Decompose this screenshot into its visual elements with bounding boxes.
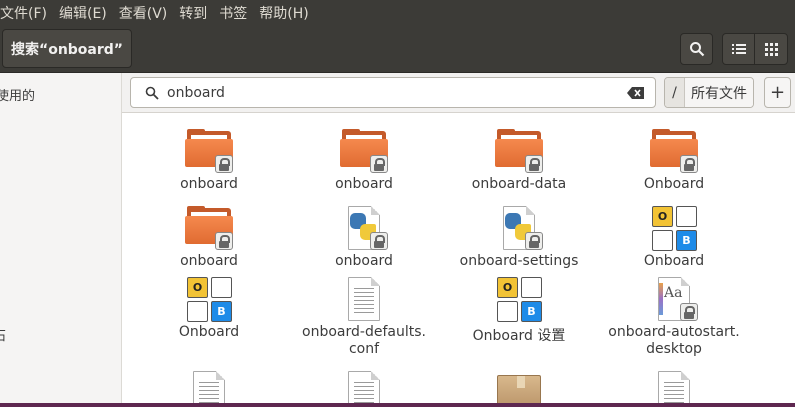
file-item[interactable]: onboard bbox=[289, 127, 439, 193]
file-item[interactable] bbox=[599, 369, 749, 407]
package-box-icon bbox=[495, 369, 543, 407]
file-label: Onboard bbox=[178, 324, 240, 340]
file-item[interactable]: onboard bbox=[134, 204, 284, 270]
menu-file[interactable]: 文件(F) bbox=[0, 3, 47, 23]
file-view: onboard / 所有文件 + onboard onboard onboard… bbox=[122, 73, 795, 407]
font-preview-glyph: Aa bbox=[664, 285, 683, 301]
file-item[interactable]: Aa onboard-autostart. desktop bbox=[599, 275, 749, 358]
file-label: onboard-autostart. desktop bbox=[608, 324, 740, 357]
location-root: / bbox=[665, 78, 685, 107]
file-label: onboard-settings bbox=[459, 253, 579, 269]
onboard-keyboard-icon: OB bbox=[650, 204, 698, 252]
file-item[interactable]: OB Onboard bbox=[599, 204, 749, 270]
search-entry-group: onboard / 所有文件 bbox=[130, 77, 778, 108]
file-label: onboard-defaults. conf bbox=[302, 324, 426, 357]
folder-locked-icon bbox=[650, 127, 698, 175]
key-o-glyph: O bbox=[187, 277, 208, 298]
file-label: onboard-data bbox=[471, 176, 567, 192]
menu-bar: 文件(F) 编辑(E) 查看(V) 转到 书签 帮助(H) bbox=[0, 0, 795, 25]
key-o-glyph: O bbox=[497, 277, 518, 298]
file-label: Onboard bbox=[643, 253, 705, 269]
file-item[interactable]: onboard bbox=[289, 204, 439, 270]
path-search-button[interactable]: 搜索“onboard” bbox=[2, 29, 132, 68]
search-icon bbox=[689, 42, 704, 57]
file-item[interactable] bbox=[444, 369, 594, 407]
file-label: onboard bbox=[335, 253, 393, 269]
file-label: Onboard 设置 bbox=[472, 328, 566, 344]
python-script-locked-icon bbox=[495, 204, 543, 252]
font-desktop-file-icon bbox=[650, 369, 698, 407]
folder-locked-icon bbox=[340, 127, 388, 175]
grid-view-icon bbox=[764, 42, 778, 56]
file-label: onboard bbox=[180, 176, 238, 192]
list-view-icon bbox=[731, 44, 746, 54]
file-item[interactable] bbox=[289, 369, 439, 407]
list-view-button[interactable] bbox=[722, 33, 755, 65]
text-file-icon bbox=[340, 369, 388, 407]
menu-help[interactable]: 帮助(H) bbox=[259, 3, 308, 23]
onboard-keyboard-icon: OB bbox=[495, 275, 543, 323]
text-file-icon bbox=[185, 369, 233, 407]
file-item[interactable]: OB Onboard bbox=[134, 275, 284, 341]
sidebar-item-partial[interactable]: 石 bbox=[0, 325, 6, 344]
text-file-icon bbox=[340, 275, 388, 323]
header-bar: 搜索“onboard” bbox=[0, 25, 795, 73]
sidebar: 使用的 石 bbox=[0, 73, 122, 407]
file-item[interactable] bbox=[134, 369, 284, 407]
key-o-glyph: O bbox=[652, 206, 673, 227]
key-b-glyph: B bbox=[676, 230, 697, 251]
python-script-locked-icon bbox=[340, 204, 388, 252]
clear-icon[interactable] bbox=[627, 86, 645, 100]
key-b-glyph: B bbox=[521, 301, 542, 322]
search-input[interactable]: onboard bbox=[130, 77, 656, 108]
file-label: onboard bbox=[335, 176, 393, 192]
menu-go[interactable]: 转到 bbox=[179, 3, 207, 23]
file-item[interactable]: OB Onboard 设置 bbox=[444, 275, 594, 345]
menu-bookmarks[interactable]: 书签 bbox=[219, 3, 247, 23]
folder-locked-icon bbox=[185, 127, 233, 175]
search-location-button[interactable]: / 所有文件 bbox=[664, 77, 754, 108]
file-item[interactable]: onboard-defaults. conf bbox=[289, 275, 439, 358]
add-search-criteria-button[interactable]: + bbox=[764, 77, 791, 108]
search-query-text: onboard bbox=[167, 85, 225, 101]
key-b-glyph: B bbox=[211, 301, 232, 322]
grid-view-button[interactable] bbox=[754, 33, 788, 65]
file-item[interactable]: onboard-data bbox=[444, 127, 594, 193]
location-all-files: 所有文件 bbox=[685, 78, 753, 107]
folder-locked-icon bbox=[185, 204, 233, 252]
search-bar: onboard / 所有文件 + bbox=[122, 73, 795, 113]
file-item[interactable]: Onboard bbox=[599, 127, 749, 193]
desktop-edge bbox=[0, 403, 795, 407]
menu-edit[interactable]: 编辑(E) bbox=[59, 3, 107, 23]
file-item[interactable]: onboard-settings bbox=[444, 204, 594, 270]
search-icon bbox=[145, 86, 159, 100]
file-label: Onboard bbox=[643, 176, 705, 192]
onboard-keyboard-icon: OB bbox=[185, 275, 233, 323]
sidebar-item-recent[interactable]: 使用的 bbox=[0, 85, 35, 104]
search-toggle-button[interactable] bbox=[680, 33, 713, 65]
font-desktop-file-icon: Aa bbox=[650, 275, 698, 323]
menu-view[interactable]: 查看(V) bbox=[119, 3, 168, 23]
file-item[interactable]: onboard bbox=[134, 127, 284, 193]
folder-locked-icon bbox=[495, 127, 543, 175]
file-label: onboard bbox=[180, 253, 238, 269]
